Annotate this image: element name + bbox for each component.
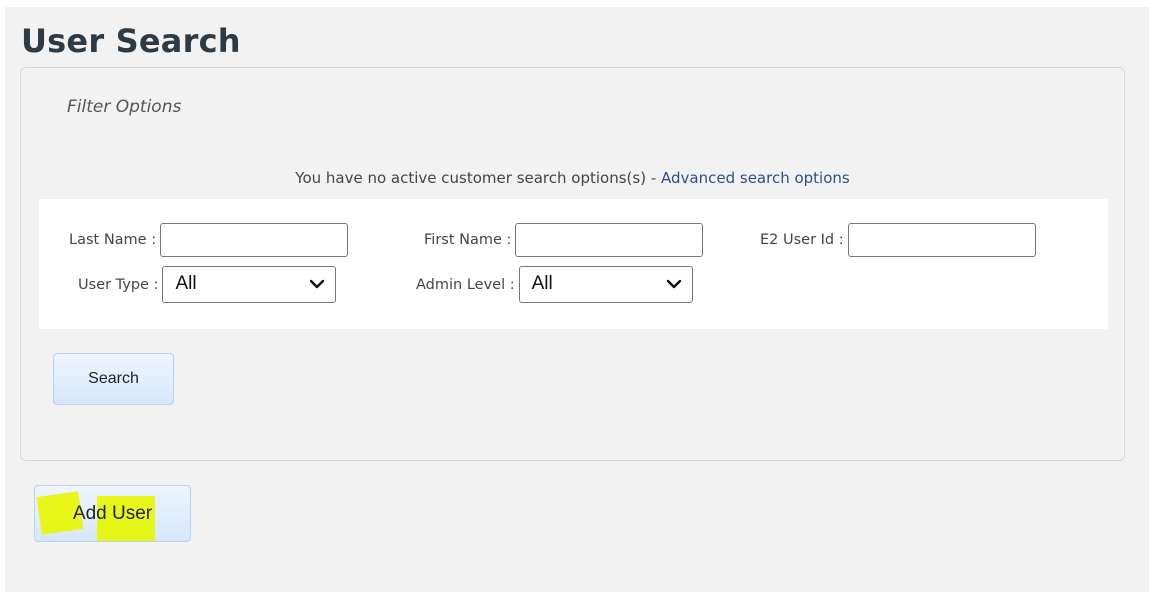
- last-name-input[interactable]: [160, 223, 349, 257]
- admin-level-field: Admin Level : All: [416, 266, 693, 303]
- search-fields-box: Last Name : First Name : E2 User Id : Us…: [39, 199, 1108, 329]
- user-type-label: User Type :: [78, 276, 159, 293]
- add-user-button[interactable]: Add User: [34, 485, 191, 542]
- last-name-field: Last Name :: [69, 223, 349, 257]
- admin-level-selected: All: [531, 273, 553, 294]
- user-type-select[interactable]: All: [162, 266, 337, 303]
- chevron-down-icon: [310, 279, 325, 289]
- notice-text: You have no active customer search optio…: [295, 169, 657, 187]
- user-type-field: User Type : All: [78, 266, 337, 303]
- chevron-down-icon: [666, 279, 681, 289]
- admin-level-select[interactable]: All: [518, 266, 693, 303]
- page-canvas: User Search Filter Options You have no a…: [5, 7, 1149, 592]
- first-name-field: First Name :: [424, 223, 704, 257]
- user-type-selected: All: [175, 273, 197, 294]
- first-name-input[interactable]: [515, 223, 704, 257]
- admin-level-label: Admin Level :: [416, 276, 515, 293]
- e2-user-id-input[interactable]: [847, 223, 1036, 257]
- add-user-label: Add User: [72, 502, 153, 524]
- page-title: User Search: [21, 22, 241, 60]
- filter-panel: Filter Options You have no active custom…: [20, 67, 1125, 461]
- e2-user-id-field: E2 User Id :: [760, 223, 1036, 257]
- first-name-label: First Name :: [424, 232, 512, 248]
- advanced-search-link[interactable]: Advanced search options: [661, 169, 850, 187]
- search-options-notice: You have no active customer search optio…: [21, 169, 1124, 187]
- filter-options-legend: Filter Options: [67, 97, 182, 117]
- e2-user-id-label: E2 User Id :: [760, 232, 844, 248]
- last-name-label: Last Name :: [69, 232, 157, 248]
- search-button[interactable]: Search: [53, 353, 174, 405]
